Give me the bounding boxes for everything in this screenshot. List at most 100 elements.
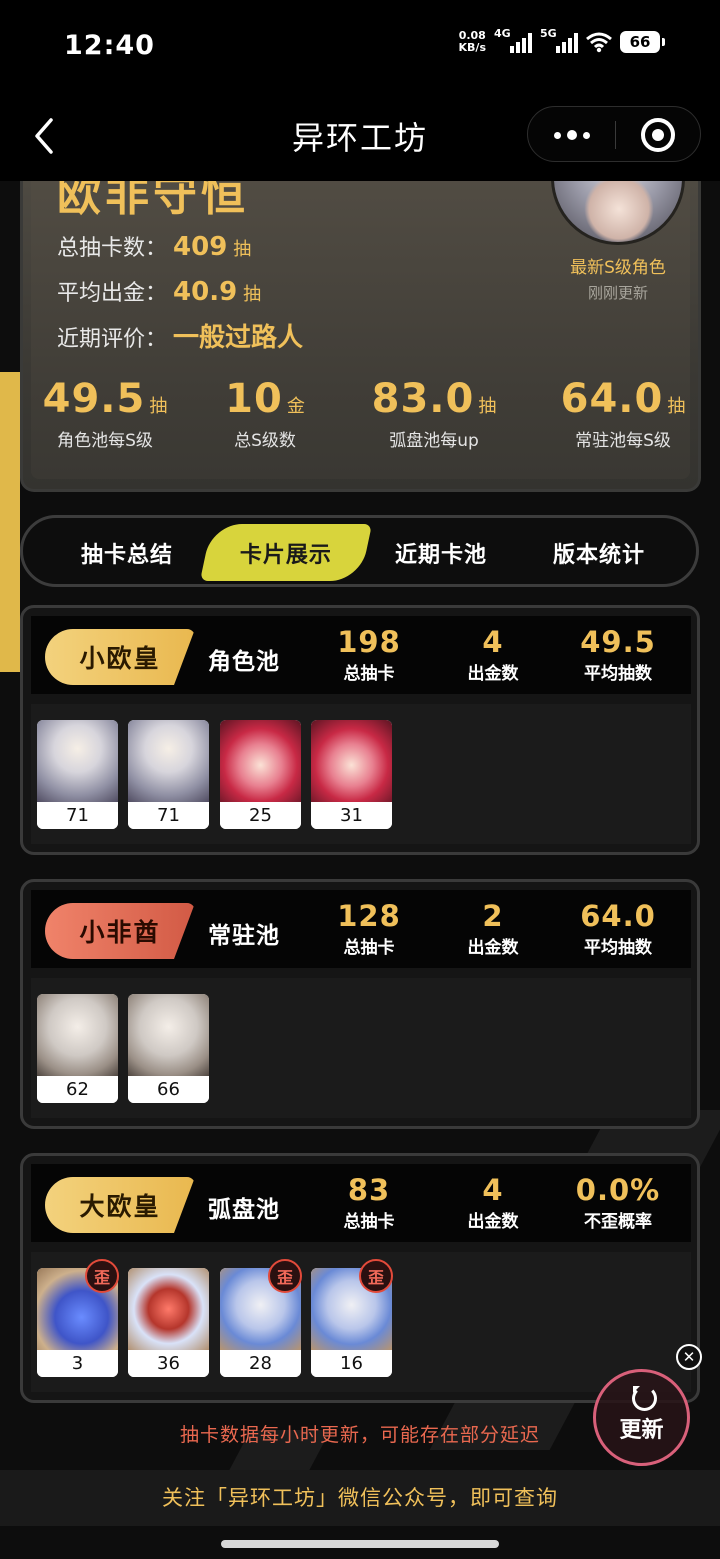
summary-panel: 欧非守恒 总抽卡数： 409 抽 平均出金： 40.9 抽 近期评价： 一般过路… <box>31 181 690 479</box>
tab-label: 卡片展示 <box>239 542 332 568</box>
character-card[interactable]: 62 <box>37 994 118 1103</box>
big-stat: 49.5 抽 角色池每S级 <box>25 376 185 451</box>
close-miniprogram-icon[interactable] <box>641 118 675 152</box>
tab-version-stats[interactable]: 版本统计 <box>519 524 679 581</box>
big-stat-value: 83.0 <box>371 376 475 422</box>
character-card[interactable]: 66 <box>128 994 209 1103</box>
tab-card-display[interactable]: 卡片展示 <box>199 524 373 581</box>
card-pull-count: 25 <box>220 802 301 829</box>
big-stat-unit: 金 <box>286 396 305 417</box>
card-list: 71 71 25 31 <box>31 704 691 844</box>
pool-stat: 4 出金数 <box>433 626 553 684</box>
pool-header: 小非酋 常驻池 128 总抽卡 2 出金数 64.0 平均抽数 <box>31 890 691 968</box>
pool-card-standard: 小非酋 常驻池 128 总抽卡 2 出金数 64.0 平均抽数 62 66 <box>20 879 700 1129</box>
updated-label: 刚刚更新 <box>587 284 648 302</box>
card-art <box>37 720 118 802</box>
newest-character-avatar[interactable] <box>551 181 685 245</box>
pool-rating-badge: 大欧皇 <box>45 1177 195 1233</box>
stat-average-gold: 平均出金： 40.9 抽 <box>57 275 261 307</box>
pool-stat-label: 出金数 <box>467 1212 519 1232</box>
more-icon[interactable] <box>554 127 592 143</box>
signal-icon: 5G <box>540 27 578 53</box>
refresh-button[interactable]: 更新 <box>593 1369 690 1466</box>
big-stat-unit: 抽 <box>478 396 497 417</box>
close-icon[interactable]: ✕ <box>676 1344 702 1370</box>
card-pull-count: 3 <box>37 1350 118 1377</box>
tab-bar: 抽卡总结 卡片展示 近期卡池 版本统计 <box>20 515 699 587</box>
pool-stat-label: 总抽卡 <box>343 938 395 958</box>
character-card[interactable]: 71 <box>37 720 118 829</box>
sim1-label: 4G <box>494 27 511 40</box>
pool-card-character: 小欧皇 角色池 198 总抽卡 4 出金数 49.5 平均抽数 71 71 25… <box>20 605 700 855</box>
pool-stat-label: 不歪概率 <box>584 1212 652 1232</box>
card-pull-count: 31 <box>311 802 392 829</box>
rating-title: 欧非守恒 <box>57 181 249 221</box>
card-pull-count: 71 <box>37 802 118 829</box>
pool-header: 小欧皇 角色池 198 总抽卡 4 出金数 49.5 平均抽数 <box>31 616 691 694</box>
card-pull-count: 66 <box>128 1076 209 1103</box>
stat-unit: 抽 <box>233 239 252 260</box>
pool-stat: 128 总抽卡 <box>309 900 429 958</box>
pool-stat-value: 198 <box>337 625 401 659</box>
pool-name: 常驻池 <box>208 923 280 949</box>
card-art <box>128 994 209 1076</box>
card-pull-count: 16 <box>311 1350 392 1377</box>
card-pull-count: 36 <box>128 1350 209 1377</box>
background-accent <box>0 372 20 672</box>
pool-stat-label: 平均抽数 <box>584 938 652 958</box>
stat-label: 平均出金： <box>57 281 168 306</box>
stat-label: 近期评价： <box>57 327 168 352</box>
wifi-icon <box>586 32 612 53</box>
pool-stat-value: 49.5 <box>580 625 656 659</box>
pool-stat-value: 2 <box>482 899 504 933</box>
status-time: 12:40 <box>64 30 155 61</box>
network-speed-unit: KB/s <box>458 41 486 54</box>
card-pull-count: 71 <box>128 802 209 829</box>
pool-stat-value: 83 <box>347 1173 391 1207</box>
pool-rating-badge: 小非酋 <box>45 903 195 959</box>
big-stat-unit: 抽 <box>149 396 168 417</box>
big-stat-value: 10 <box>225 376 283 422</box>
pool-stat: 0.0% 不歪概率 <box>558 1174 678 1232</box>
off-banner-tag: 歪 <box>85 1259 119 1293</box>
tab-label: 版本统计 <box>552 542 645 568</box>
stat-recent-rating: 近期评价： 一般过路人 <box>57 317 303 354</box>
pool-stat-label: 平均抽数 <box>584 664 652 684</box>
stat-label: 总抽卡数： <box>57 236 168 261</box>
signal-icon: 4G <box>494 27 532 53</box>
newest-character-label: 最新S级角色 <box>570 258 666 278</box>
status-icons: 0.08 KB/s 4G 5G 66 <box>458 27 665 54</box>
tab-gacha-summary[interactable]: 抽卡总结 <box>47 524 207 581</box>
pool-stat-label: 出金数 <box>467 664 519 684</box>
home-indicator[interactable] <box>221 1540 499 1548</box>
big-stat-caption: 弧盘池每up <box>389 431 479 451</box>
big-stat: 83.0 抽 弧盘池每up <box>354 376 514 451</box>
pool-stat: 198 总抽卡 <box>309 626 429 684</box>
card-list: 62 66 <box>31 978 691 1118</box>
big-stat: 10 金 总S级数 <box>185 376 345 451</box>
card-art <box>311 720 392 802</box>
battery-icon: 66 <box>620 31 665 53</box>
miniprogram-capsule <box>527 106 701 162</box>
pool-stat-value: 64.0 <box>580 899 656 933</box>
card-art <box>220 720 301 802</box>
card-art <box>128 720 209 802</box>
pool-stat-value: 4 <box>482 625 504 659</box>
pool-stat: 4 出金数 <box>433 1174 553 1232</box>
big-stat-value: 49.5 <box>42 376 146 422</box>
follow-banner[interactable]: 关注「异环工坊」微信公众号，即可查询 <box>0 1470 720 1526</box>
tab-recent-pools[interactable]: 近期卡池 <box>361 524 521 581</box>
big-stat-caption: 常驻池每S级 <box>575 431 671 451</box>
character-card[interactable]: 25 <box>220 720 301 829</box>
pool-stat-label: 总抽卡 <box>343 1212 395 1232</box>
character-card[interactable]: 31 <box>311 720 392 829</box>
refresh-label: 更新 <box>619 1418 664 1443</box>
tab-label: 近期卡池 <box>394 542 487 568</box>
character-card[interactable]: 71 <box>128 720 209 829</box>
stat-unit: 抽 <box>243 284 262 305</box>
disk-card[interactable]: 36 <box>128 1268 209 1377</box>
card-art <box>128 1268 209 1350</box>
card-art <box>37 994 118 1076</box>
pool-stat: 64.0 平均抽数 <box>558 900 678 958</box>
refresh-icon <box>632 1386 657 1411</box>
